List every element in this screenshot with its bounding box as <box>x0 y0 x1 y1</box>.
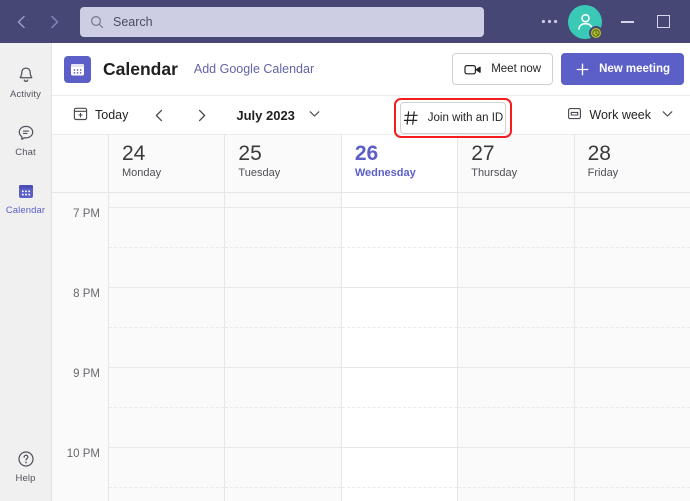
sidebar-item-label: Chat <box>15 147 35 158</box>
forward-icon[interactable] <box>40 8 68 36</box>
day-number: 27 <box>471 141 573 166</box>
join-with-id-button[interactable]: Join with an ID <box>400 102 506 134</box>
day-number: 24 <box>122 141 224 166</box>
sidebar-item-label: Help <box>16 473 36 484</box>
day-header[interactable]: 24 Monday <box>109 135 225 192</box>
chevron-down-icon <box>309 110 320 121</box>
day-columns <box>109 193 690 501</box>
day-column[interactable] <box>458 193 574 501</box>
view-label: Work week <box>589 108 651 122</box>
maximize-button[interactable] <box>646 7 680 37</box>
title-bar: Search <box>0 0 690 43</box>
view-week-icon <box>567 106 582 124</box>
chevron-down-icon <box>662 110 673 121</box>
calendar-today-icon <box>73 106 88 124</box>
minimize-icon <box>621 21 634 23</box>
sidebar-item-label: Calendar <box>6 205 45 216</box>
time-gutter-header <box>52 135 109 192</box>
day-header[interactable]: 28 Friday <box>575 135 690 192</box>
window-body: Activity Chat Calendar <box>0 43 690 501</box>
hour-label: 9 PM <box>73 368 100 380</box>
day-name: Friday <box>588 167 690 179</box>
day-name: Wednesday <box>355 167 457 179</box>
day-header-strip: 24 Monday 25 Tuesday 26 Wednesday 27 Thu… <box>52 135 690 193</box>
avatar[interactable] <box>568 5 602 39</box>
more-options-icon[interactable] <box>534 7 564 37</box>
calendar-toolbar: Today July 2023 <box>52 96 690 135</box>
calendar-main: Calendar Add Google Calendar Join with a… <box>52 43 690 501</box>
navigation-arrows <box>8 8 68 36</box>
minimize-button[interactable] <box>610 7 644 37</box>
time-gutter: 7 PM 8 PM 9 PM 10 PM <box>52 193 109 501</box>
page-title: Calendar <box>103 59 178 80</box>
meet-now-label: Meet now <box>491 63 541 76</box>
hash-icon <box>403 110 419 126</box>
day-column[interactable] <box>575 193 690 501</box>
new-meeting-button[interactable]: New meeting <box>561 53 684 85</box>
search-icon <box>90 15 104 29</box>
day-header[interactable]: 27 Thursday <box>458 135 574 192</box>
video-camera-icon <box>464 63 482 76</box>
day-column[interactable] <box>109 193 225 501</box>
chat-icon <box>16 122 36 144</box>
help-icon <box>16 448 36 470</box>
sidebar-item-activity[interactable]: Activity <box>0 53 51 111</box>
hour-label: 8 PM <box>73 288 100 300</box>
plus-icon <box>575 62 590 77</box>
day-column[interactable] <box>225 193 341 501</box>
calendar-header: Calendar Add Google Calendar Join with a… <box>52 43 690 96</box>
sidebar-item-calendar[interactable]: Calendar <box>0 169 51 227</box>
day-name: Monday <box>122 167 224 179</box>
view-selector[interactable]: Work week <box>560 101 680 129</box>
app-rail: Activity Chat Calendar <box>0 43 52 501</box>
bell-icon <box>16 64 36 86</box>
back-icon[interactable] <box>8 8 36 36</box>
hour-label: 10 PM <box>67 448 100 460</box>
day-name: Thursday <box>471 167 573 179</box>
sidebar-item-help[interactable]: Help <box>0 437 51 495</box>
today-label: Today <box>95 108 128 122</box>
window-controls <box>534 5 682 39</box>
calendar-app-icon <box>64 56 91 83</box>
search-input[interactable]: Search <box>80 7 484 37</box>
month-label: July 2023 <box>236 108 295 123</box>
calendar-grid[interactable]: 7 PM 8 PM 9 PM 10 PM <box>52 193 690 501</box>
day-number: 28 <box>588 141 690 166</box>
hour-label: 7 PM <box>73 208 100 220</box>
maximize-icon <box>657 15 670 28</box>
new-meeting-label: New meeting <box>599 63 670 76</box>
previous-week-icon[interactable] <box>145 101 173 129</box>
day-name: Tuesday <box>238 167 340 179</box>
next-week-icon[interactable] <box>187 101 215 129</box>
sidebar-item-label: Activity <box>10 89 41 100</box>
day-number: 26 <box>355 141 457 166</box>
meet-now-button[interactable]: Meet now <box>452 53 553 85</box>
add-google-calendar-link[interactable]: Add Google Calendar <box>194 62 314 76</box>
presence-badge-away-icon <box>589 26 603 40</box>
sidebar-item-chat[interactable]: Chat <box>0 111 51 169</box>
calendar-header-actions: Join with an ID Meet now New meeting <box>345 53 684 85</box>
today-button[interactable]: Today <box>66 101 135 129</box>
calendar-icon <box>16 180 36 202</box>
teams-calendar-window: Search Act <box>0 0 690 501</box>
day-column-today[interactable] <box>342 193 458 501</box>
join-with-id-label: Join with an ID <box>428 112 503 125</box>
toolbar-right: Work week <box>560 101 680 129</box>
day-number: 25 <box>238 141 340 166</box>
month-picker[interactable]: July 2023 <box>229 101 327 129</box>
day-header-today[interactable]: 26 Wednesday <box>342 135 458 192</box>
day-header[interactable]: 25 Tuesday <box>225 135 341 192</box>
search-placeholder: Search <box>113 15 153 29</box>
